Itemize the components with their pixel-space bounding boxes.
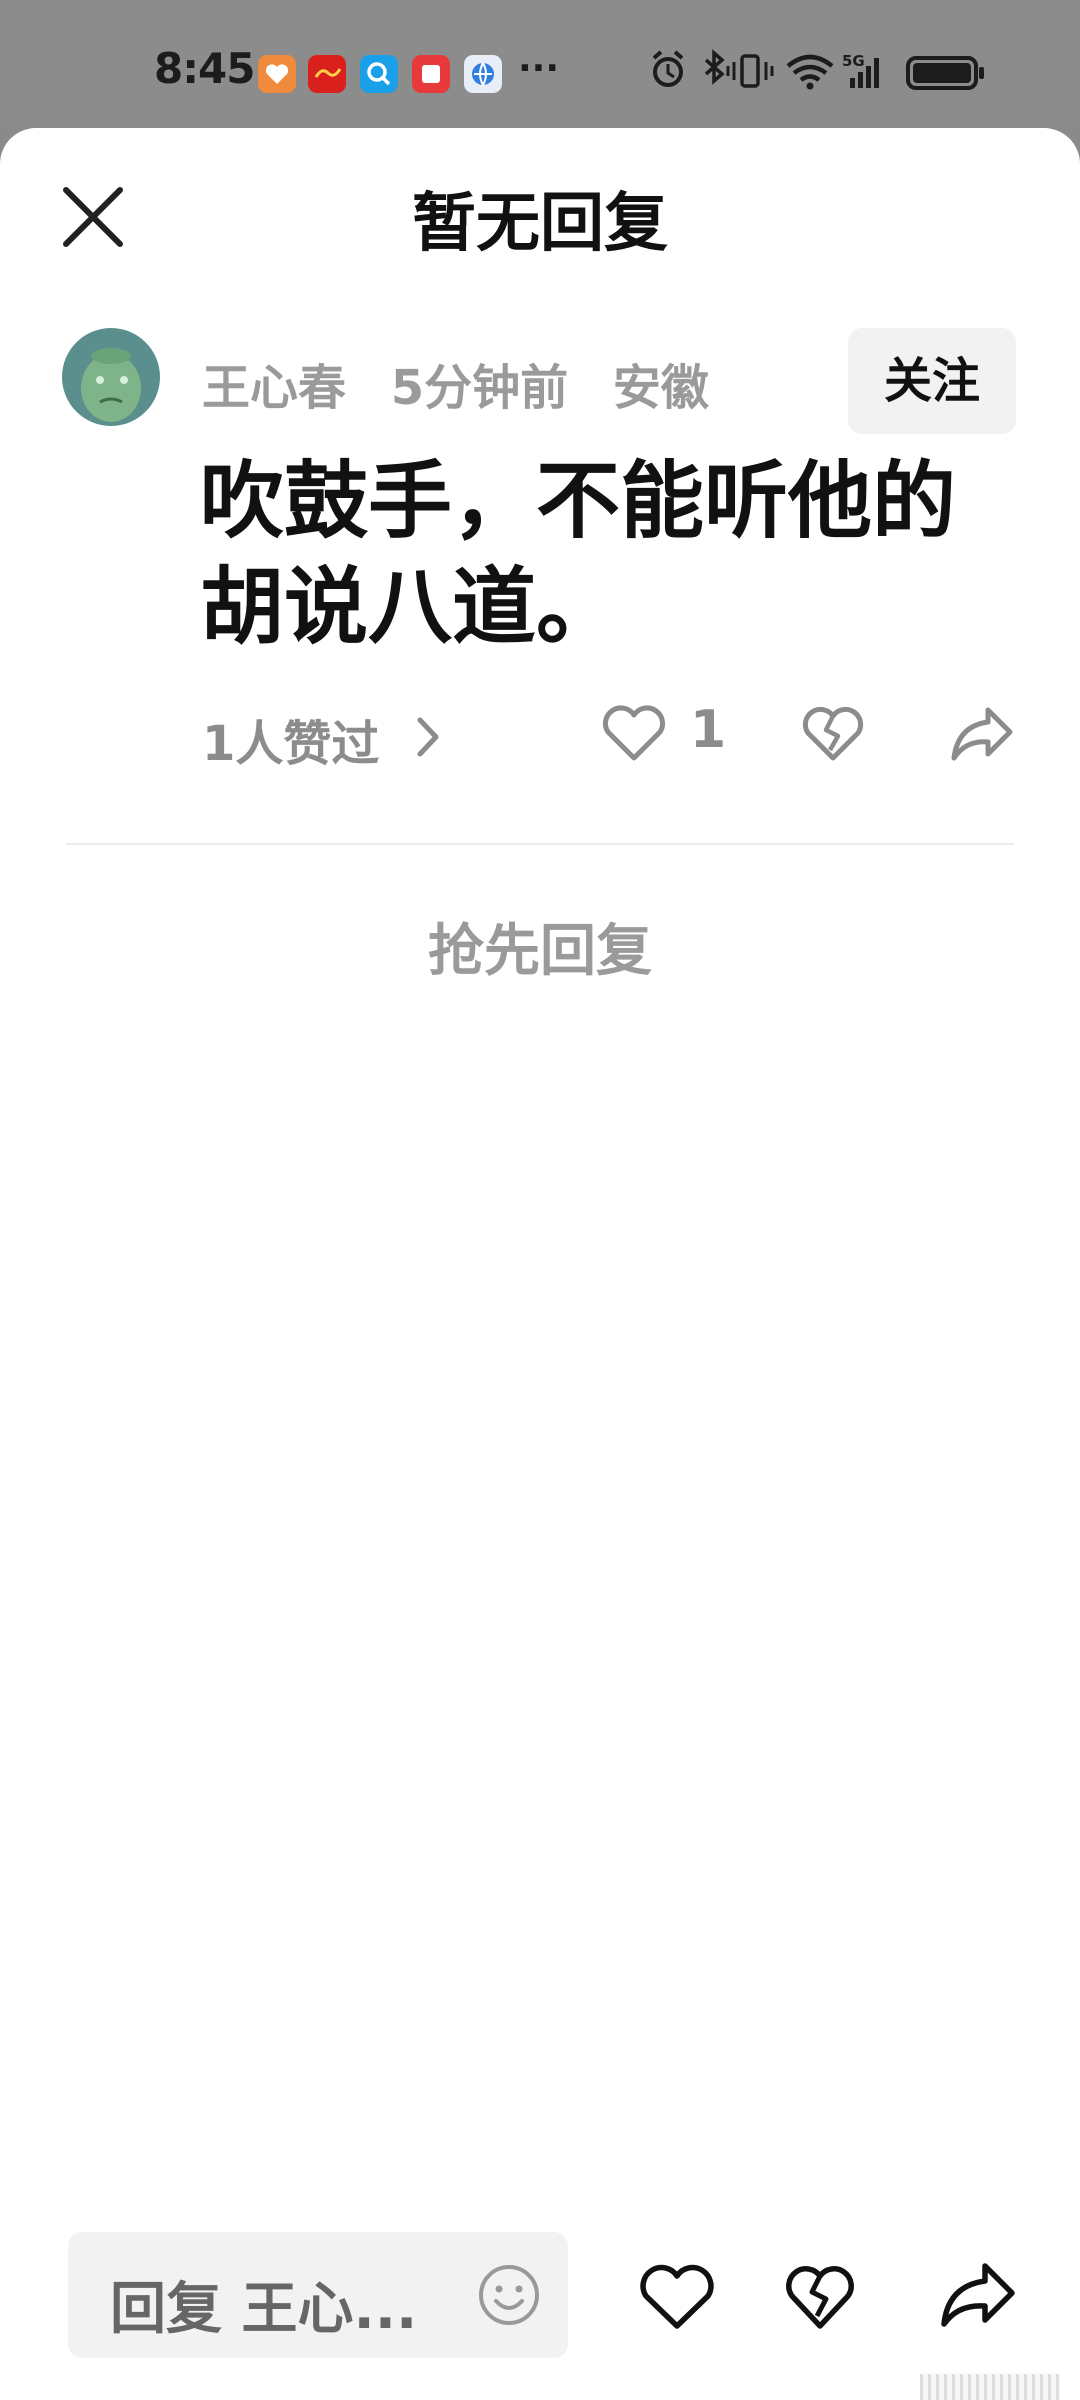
avatar[interactable] xyxy=(62,328,160,426)
signal-5g-icon: 5G xyxy=(842,52,879,88)
author-name[interactable]: 王心春 xyxy=(202,360,346,416)
wifi-icon xyxy=(786,54,834,90)
svg-text:5G: 5G xyxy=(842,52,865,70)
share-icon[interactable] xyxy=(948,702,1016,764)
battery-icon xyxy=(906,56,984,90)
author-meta: 王心春 5分钟前 安徽 xyxy=(202,348,737,418)
chevron-right-icon[interactable] xyxy=(414,712,444,762)
divider xyxy=(66,843,1014,845)
vibrate-icon xyxy=(726,54,774,88)
health-app-icon xyxy=(258,55,296,93)
likes-summary-link[interactable]: 1人赞过 xyxy=(202,704,379,774)
heart-icon[interactable] xyxy=(600,702,668,764)
emoji-icon[interactable] xyxy=(476,2262,542,2328)
reply-placeholder: 回复 王心... xyxy=(110,2277,418,2342)
status-time: 8:45 xyxy=(154,44,255,93)
broken-heart-icon[interactable] xyxy=(800,702,866,764)
notes-app-icon xyxy=(412,55,450,93)
home-indicator xyxy=(920,2374,1060,2400)
share-icon[interactable] xyxy=(938,2258,1018,2330)
page-title: 暂无回复 xyxy=(412,187,668,261)
first-reply-button[interactable]: 抢先回复 xyxy=(0,906,1080,987)
heart-icon[interactable] xyxy=(638,2260,716,2332)
comment-location: 安徽 xyxy=(612,360,709,416)
browser-app-icon xyxy=(464,55,502,93)
like-count: 1 xyxy=(690,700,727,760)
status-icons: 5G xyxy=(652,49,984,90)
follow-button[interactable]: 关注 xyxy=(848,328,1016,434)
xuexi-app-icon xyxy=(308,55,346,93)
status-bar: 8:45 ··· 5G xyxy=(0,0,1080,128)
comment-time: 5分钟前 xyxy=(390,360,569,416)
reply-input[interactable]: 回复 王心... xyxy=(68,2232,568,2358)
comment-text: 吹鼓手，不能听他的胡说八道。 xyxy=(200,452,957,656)
bluetooth-icon xyxy=(704,49,725,85)
status-more: ··· xyxy=(518,48,560,89)
alarm-icon xyxy=(652,50,684,87)
search-app-icon xyxy=(360,55,398,93)
broken-heart-icon[interactable] xyxy=(784,2258,856,2332)
